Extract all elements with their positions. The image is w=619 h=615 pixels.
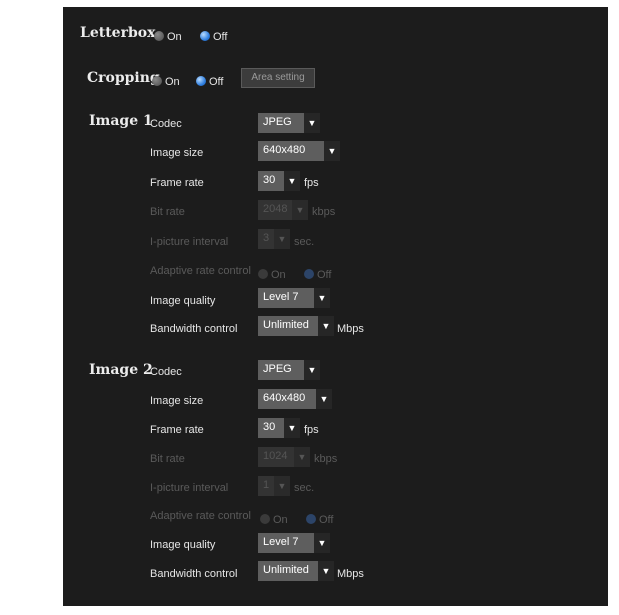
image2-adaptive-on-radio[interactable] xyxy=(260,514,270,524)
triangle-down-icon: ▼ xyxy=(292,200,308,220)
image2-codec-value: JPEG xyxy=(263,363,292,375)
image2-bandwidth-unit: Mbps xyxy=(337,568,364,580)
image2-bandwidth-select[interactable]: Unlimited ▼ xyxy=(258,561,334,581)
triangle-down-icon: ▼ xyxy=(274,476,290,496)
letterbox-label: Letterbox xyxy=(80,25,156,41)
image1-framerate-value: 30 xyxy=(263,174,276,186)
image2-ipicture-value: 1 xyxy=(263,479,270,491)
image2-title: Image 2 xyxy=(89,362,153,378)
image1-quality-label: Image quality xyxy=(150,295,216,307)
cropping-on-option[interactable]: On xyxy=(152,72,180,90)
image2-quality-value: Level 7 xyxy=(263,536,299,548)
image1-framerate-select[interactable]: 30 ▼ xyxy=(258,171,300,191)
triangle-down-icon: ▼ xyxy=(314,533,330,553)
image2-bitrate-label: Bit rate xyxy=(150,453,185,465)
image2-size-value: 640x480 xyxy=(263,392,306,404)
image2-bitrate-select[interactable]: 1024 ▼ xyxy=(258,447,310,467)
letterbox-on-option[interactable]: On xyxy=(154,27,182,45)
triangle-down-icon: ▼ xyxy=(294,447,310,467)
triangle-down-icon: ▼ xyxy=(318,316,334,336)
image1-framerate-unit: fps xyxy=(304,177,319,189)
image2-codec-select[interactable]: JPEG ▼ xyxy=(258,360,320,380)
triangle-down-icon: ▼ xyxy=(284,418,300,438)
image1-ipicture-select[interactable]: 3 ▼ xyxy=(258,229,290,249)
image1-bandwidth-value: Unlimited xyxy=(263,319,309,331)
image1-size-select[interactable]: 640x480 ▼ xyxy=(258,141,340,161)
image1-ipicture-unit: sec. xyxy=(294,236,315,248)
image1-bandwidth-unit: Mbps xyxy=(337,323,364,335)
image2-codec-label: Codec xyxy=(150,366,182,378)
image1-bitrate-unit: kbps xyxy=(312,206,336,218)
image1-adaptive-on-radio[interactable] xyxy=(258,269,268,279)
area-setting-button[interactable]: Area setting xyxy=(241,68,315,88)
image1-size-label: Image size xyxy=(150,147,204,159)
image1-adaptive-on-option[interactable]: On xyxy=(258,265,286,283)
image2-adaptive-on-label: On xyxy=(273,514,288,526)
image2-adaptive-on-option[interactable]: On xyxy=(260,510,288,528)
image2-framerate-unit: fps xyxy=(304,424,319,436)
image2-framerate-label: Frame rate xyxy=(150,424,204,436)
image2-ipicture-unit: sec. xyxy=(294,482,315,494)
cropping-on-radio[interactable] xyxy=(152,76,162,86)
image1-adaptive-off-radio[interactable] xyxy=(304,269,314,279)
image2-adaptive-off-label: Off xyxy=(319,514,334,526)
image1-bitrate-select[interactable]: 2048 ▼ xyxy=(258,200,308,220)
image1-adaptive-on-label: On xyxy=(271,269,286,281)
triangle-down-icon: ▼ xyxy=(304,360,320,380)
image1-adaptive-label: Adaptive rate control xyxy=(150,265,251,277)
triangle-down-icon: ▼ xyxy=(274,229,290,249)
letterbox-on-label: On xyxy=(167,31,182,43)
image2-bandwidth-value: Unlimited xyxy=(263,564,309,576)
image2-bitrate-value: 1024 xyxy=(263,450,288,462)
cropping-off-radio[interactable] xyxy=(196,76,206,86)
image2-ipicture-label: I-picture interval xyxy=(150,482,229,494)
image1-codec-value: JPEG xyxy=(263,116,292,128)
image1-adaptive-off-option[interactable]: Off xyxy=(304,265,331,283)
image2-bitrate-unit: kbps xyxy=(314,453,338,465)
triangle-down-icon: ▼ xyxy=(316,389,332,409)
image1-ipicture-label: I-picture interval xyxy=(150,236,229,248)
image2-size-label: Image size xyxy=(150,395,204,407)
image1-quality-select[interactable]: Level 7 ▼ xyxy=(258,288,330,308)
image1-bitrate-label: Bit rate xyxy=(150,206,185,218)
image2-adaptive-off-option[interactable]: Off xyxy=(306,510,333,528)
image2-adaptive-label: Adaptive rate control xyxy=(150,510,251,522)
image2-quality-label: Image quality xyxy=(150,539,216,551)
triangle-down-icon: ▼ xyxy=(324,141,340,161)
image2-ipicture-select[interactable]: 1 ▼ xyxy=(258,476,290,496)
image2-adaptive-off-radio[interactable] xyxy=(306,514,316,524)
letterbox-on-radio[interactable] xyxy=(154,31,164,41)
image1-title: Image 1 xyxy=(89,113,153,129)
image2-size-select[interactable]: 640x480 ▼ xyxy=(258,389,332,409)
image1-adaptive-off-label: Off xyxy=(317,269,332,281)
triangle-down-icon: ▼ xyxy=(314,288,330,308)
image2-framerate-value: 30 xyxy=(263,421,276,433)
image2-bandwidth-label: Bandwidth control xyxy=(150,568,238,580)
triangle-down-icon: ▼ xyxy=(318,561,334,581)
image1-framerate-label: Frame rate xyxy=(150,177,204,189)
triangle-down-icon: ▼ xyxy=(284,171,300,191)
image1-size-value: 640x480 xyxy=(263,144,306,156)
triangle-down-icon: ▼ xyxy=(304,113,320,133)
image2-quality-select[interactable]: Level 7 ▼ xyxy=(258,533,330,553)
letterbox-off-radio[interactable] xyxy=(200,31,210,41)
cropping-on-label: On xyxy=(165,76,180,88)
cropping-off-option[interactable]: Off xyxy=(196,72,223,90)
image1-ipicture-value: 3 xyxy=(263,232,270,244)
cropping-label: Cropping xyxy=(87,70,160,86)
image1-bitrate-value: 2048 xyxy=(263,203,288,215)
image1-bandwidth-label: Bandwidth control xyxy=(150,323,238,335)
image1-codec-select[interactable]: JPEG ▼ xyxy=(258,113,320,133)
letterbox-off-label: Off xyxy=(213,31,228,43)
image1-quality-value: Level 7 xyxy=(263,291,299,303)
cropping-off-label: Off xyxy=(209,76,224,88)
image2-framerate-select[interactable]: 30 ▼ xyxy=(258,418,300,438)
letterbox-off-option[interactable]: Off xyxy=(200,27,227,45)
image1-bandwidth-select[interactable]: Unlimited ▼ xyxy=(258,316,334,336)
image1-codec-label: Codec xyxy=(150,118,182,130)
settings-panel xyxy=(63,7,608,606)
